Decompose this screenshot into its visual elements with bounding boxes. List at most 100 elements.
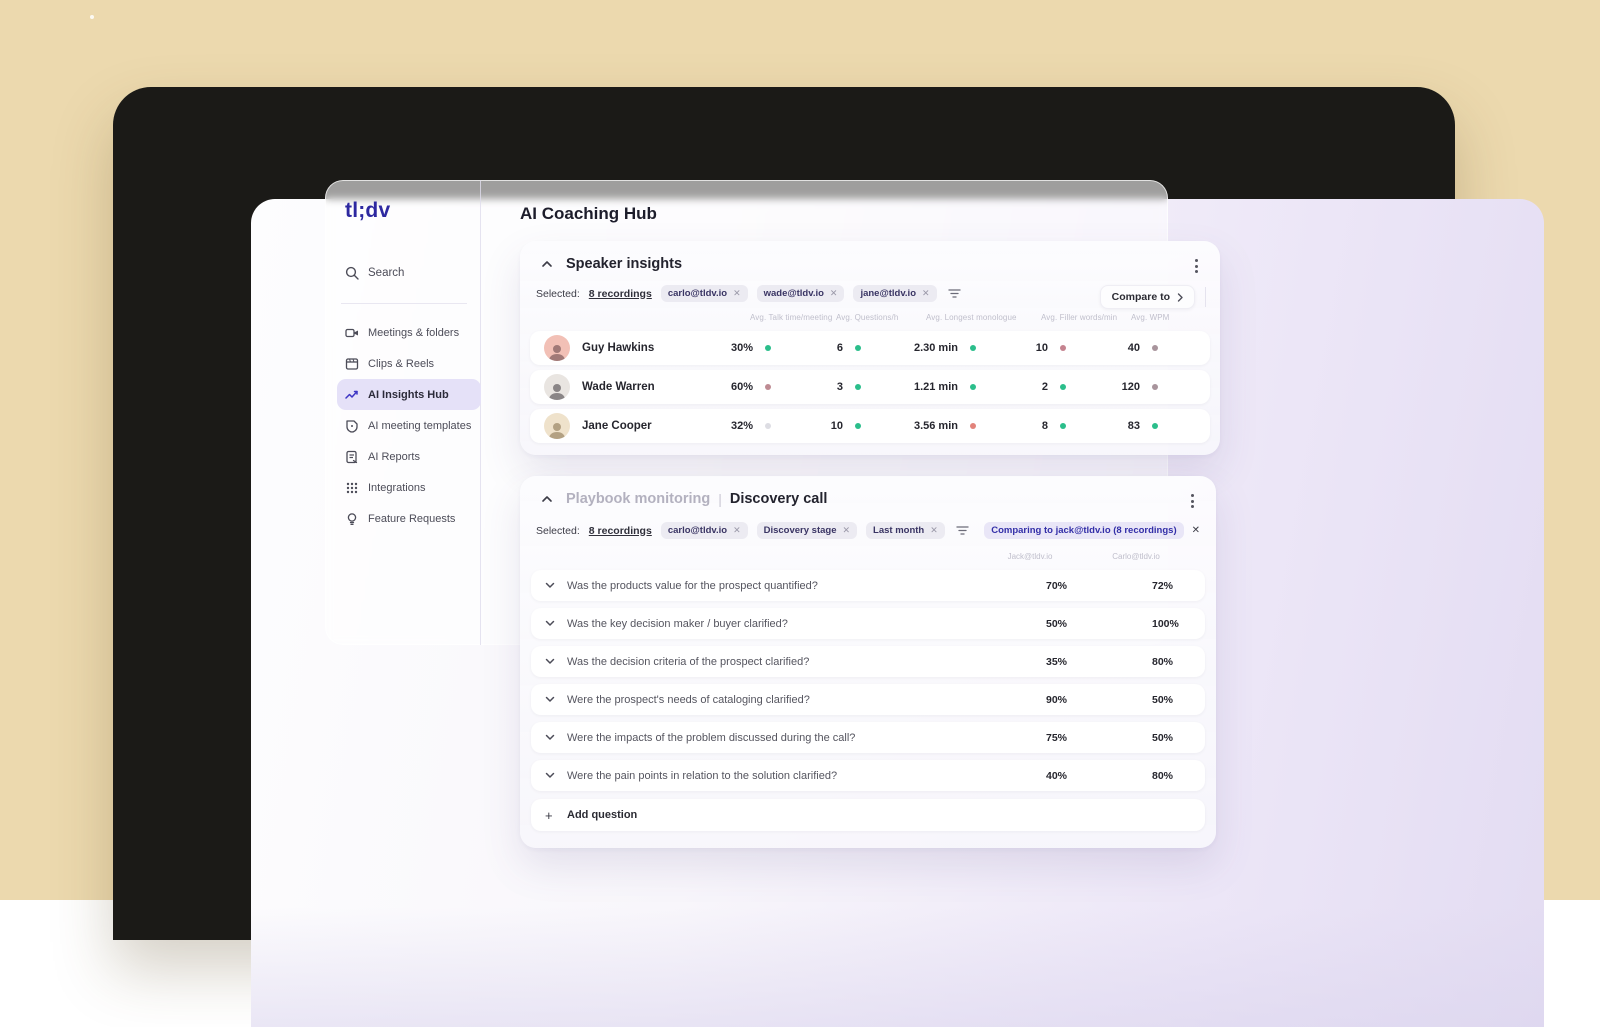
chip-label: jane@tldv.io: [860, 288, 916, 299]
sidebar-item-clips-reels[interactable]: Clips & Reels: [337, 348, 481, 379]
percent-value: 40%: [1046, 769, 1068, 782]
sidebar-item-ai-reports[interactable]: AI Reports: [337, 441, 481, 472]
sidebar-item-ai-insights-hub[interactable]: AI Insights Hub: [337, 379, 481, 410]
recordings-link[interactable]: 8 recordings: [589, 525, 652, 537]
collapse-chevron-icon[interactable]: [536, 260, 558, 268]
speaker-name: Wade Warren: [582, 381, 655, 393]
question-row[interactable]: Was the key decision maker / buyer clari…: [531, 608, 1205, 639]
playbook-monitoring-card: Playbook monitoring | Discovery call Sel…: [520, 476, 1216, 848]
filter-chip[interactable]: jane@tldv.io ✕: [853, 285, 937, 302]
filter-chip[interactable]: carlo@tldv.io ✕: [660, 522, 748, 539]
expand-chevron-icon[interactable]: [545, 772, 567, 779]
chip-label: carlo@tldv.io: [667, 288, 728, 299]
filter-chip[interactable]: carlo@tldv.io ✕: [660, 285, 748, 302]
add-question-button[interactable]: + Add question: [531, 799, 1205, 831]
expand-chevron-icon[interactable]: [545, 620, 567, 627]
expand-chevron-icon[interactable]: [545, 734, 567, 741]
speaker-name: Jane Cooper: [582, 420, 652, 432]
table-row[interactable]: Guy Hawkins 30% 6 2.30 min 10 40: [530, 331, 1210, 365]
metric-value: 2.30 min: [913, 342, 958, 354]
compare-to-label: Compare to: [1111, 291, 1170, 303]
collapse-chevron-icon[interactable]: [536, 495, 558, 503]
playbook-question-list: Was the products value for the prospect …: [531, 570, 1205, 831]
metric-value: 60%: [730, 381, 753, 393]
expand-chevron-icon[interactable]: [545, 658, 567, 665]
chip-close-icon[interactable]: ✕: [830, 288, 838, 299]
compare-to-button[interactable]: Compare to: [1099, 285, 1195, 309]
sidebar-item-label: Integrations: [368, 481, 426, 494]
metric-value: 120: [1121, 381, 1140, 393]
status-dot: [1152, 345, 1158, 351]
comparing-close-icon[interactable]: ✕: [1192, 525, 1200, 536]
sidebar-item-ai-meeting-templates[interactable]: AI meeting templates: [337, 410, 481, 441]
sidebar-item-feature-requests[interactable]: Feature Requests: [337, 503, 481, 534]
question-row[interactable]: Were the pain points in relation to the …: [531, 760, 1205, 791]
question-text: Were the impacts of the problem discusse…: [567, 731, 856, 744]
video-camera-icon: [345, 328, 358, 337]
sidebar-item-label: Feature Requests: [368, 512, 456, 525]
comparing-chip[interactable]: Comparing to jack@tldv.io (8 recordings): [984, 522, 1184, 539]
status-dot: [855, 345, 861, 351]
metric-value: 3: [836, 381, 843, 393]
trend-chart-icon: [345, 390, 358, 399]
expand-chevron-icon[interactable]: [545, 696, 567, 703]
grid-dots-icon: [346, 482, 358, 493]
status-dot: [765, 345, 771, 351]
speaker-table-header: Avg. Talk time/meeting Avg. Questions/h …: [534, 313, 1220, 322]
column-header: Avg. Questions/h: [836, 313, 899, 322]
status-dot: [1152, 423, 1158, 429]
sidebar-item-integrations[interactable]: Integrations: [337, 472, 481, 503]
chip-close-icon[interactable]: ✕: [922, 288, 930, 299]
chip-close-icon[interactable]: ✕: [733, 288, 741, 299]
metric-value: 32%: [730, 420, 753, 432]
desktop-background: tl;dv Search Meetings & folders Clips & …: [0, 0, 1600, 1027]
search-icon: [345, 266, 359, 280]
column-header: Avg. Filler words/min: [1041, 313, 1118, 322]
search-input[interactable]: Search: [345, 266, 404, 280]
table-row[interactable]: Wade Warren 60% 3 1.21 min 2 120: [530, 370, 1210, 404]
chip-close-icon[interactable]: ✕: [733, 525, 741, 536]
table-row[interactable]: Jane Cooper 32% 10 3.56 min 8 83: [530, 409, 1210, 443]
recordings-link[interactable]: 8 recordings: [589, 288, 652, 300]
chip-close-icon[interactable]: ✕: [842, 525, 850, 536]
divider: [1205, 287, 1206, 307]
status-dot: [1060, 345, 1066, 351]
status-dot: [855, 384, 861, 390]
metric-value: 3.56 min: [913, 420, 958, 432]
question-row[interactable]: Was the decision criteria of the prospec…: [531, 646, 1205, 677]
question-row[interactable]: Were the impacts of the problem discusse…: [531, 722, 1205, 753]
expand-chevron-icon[interactable]: [545, 582, 567, 589]
status-dot: [970, 384, 976, 390]
tldv-logo: tl;dv: [345, 199, 391, 222]
dust-speck: [90, 15, 94, 19]
sidebar-nav: Meetings & folders Clips & Reels AI Insi…: [337, 317, 481, 534]
percent-value: 50%: [1152, 731, 1174, 744]
filter-chip[interactable]: Discovery stage ✕: [756, 522, 858, 539]
filter-icon[interactable]: [954, 523, 971, 538]
chip-close-icon[interactable]: ✕: [930, 525, 938, 536]
playbook-column-headers: Jack@tldv.io Carlo@tldv.io: [531, 552, 1205, 561]
filter-chip[interactable]: wade@tldv.io ✕: [756, 285, 845, 302]
question-row[interactable]: Were the prospect's needs of cataloging …: [531, 684, 1205, 715]
selected-label: Selected:: [536, 524, 580, 537]
status-dot: [1152, 384, 1158, 390]
filter-icon[interactable]: [946, 286, 963, 301]
status-dot: [1060, 384, 1066, 390]
metric-value: 40: [1127, 342, 1140, 354]
percent-value: 35%: [1046, 655, 1068, 668]
chip-label: wade@tldv.io: [763, 288, 824, 299]
percent-value: 50%: [1152, 693, 1174, 706]
kebab-menu-button[interactable]: [1187, 490, 1198, 512]
sidebar-item-meetings-folders[interactable]: Meetings & folders: [337, 317, 481, 348]
kebab-menu-button[interactable]: [1191, 255, 1202, 277]
metric-value: 2: [1041, 381, 1048, 393]
metric-value: 10: [1035, 342, 1048, 354]
filter-chip[interactable]: Last month ✕: [866, 522, 945, 539]
question-text: Were the prospect's needs of cataloging …: [567, 693, 810, 706]
question-row[interactable]: Was the products value for the prospect …: [531, 570, 1205, 601]
percent-value: 80%: [1152, 655, 1174, 668]
column-header: Carlo@tldv.io: [1112, 552, 1160, 561]
sidebar-item-label: AI Reports: [368, 450, 420, 463]
chevron-right-icon: [1177, 292, 1183, 302]
percent-value: 70%: [1046, 579, 1068, 592]
